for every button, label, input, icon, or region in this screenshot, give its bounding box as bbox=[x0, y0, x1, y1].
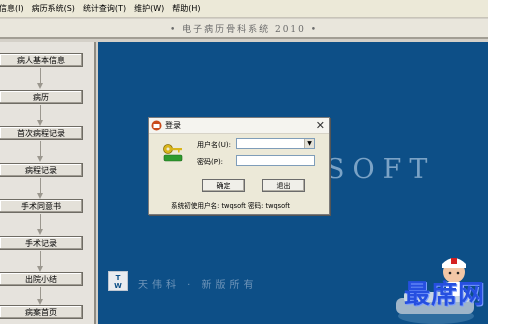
menubar: 信息(I) 病历系统(S) 统计查询(T) 维护(W) 帮助(H) bbox=[0, 0, 488, 18]
company-logo: T W bbox=[108, 271, 128, 291]
step-first-progress-note-button[interactable]: 首次病程记录 bbox=[0, 126, 83, 140]
dialog-title: 登录 bbox=[165, 121, 181, 130]
company-text: 天伟科 · 新版所有 bbox=[138, 280, 258, 291]
dialog-titlebar: 登录 ✕ bbox=[149, 118, 329, 134]
flow-connector bbox=[40, 105, 41, 121]
menu-maintenance[interactable]: 维护(W) bbox=[130, 0, 168, 18]
app-title-bar: • 电子病历骨科系统 2010 • bbox=[0, 19, 488, 39]
username-value bbox=[237, 140, 239, 148]
default-credentials-hint: 系统初使用户名: twqsoft 密码: twqsoft bbox=[171, 202, 290, 210]
outer-background bbox=[488, 0, 516, 324]
exit-button[interactable]: 退出 bbox=[262, 179, 305, 192]
password-field[interactable] bbox=[236, 155, 315, 166]
flow-connector bbox=[40, 178, 41, 194]
workflow-sidebar: 病人基本信息 病历 首次病程记录 病程记录 手术同意书 手术记录 出院小结 病案… bbox=[0, 42, 96, 324]
menu-info[interactable]: 信息(I) bbox=[0, 0, 28, 18]
app-title: • 电子病历骨科系统 2010 • bbox=[169, 24, 319, 35]
flow-connector bbox=[40, 214, 41, 230]
close-icon[interactable]: ✕ bbox=[316, 119, 325, 132]
step-medical-record-button[interactable]: 病历 bbox=[0, 90, 83, 104]
key-icon bbox=[163, 144, 183, 162]
login-dialog: 登录 ✕ 用户名(U): ▼ 密码(P): 确定 退出 系统初使用户名: twq… bbox=[148, 117, 330, 215]
menu-records-system[interactable]: 病历系统(S) bbox=[28, 0, 79, 18]
flow-connector bbox=[40, 68, 41, 84]
brand-watermark: 最席网 bbox=[404, 280, 486, 310]
step-surgery-record-button[interactable]: 手术记录 bbox=[0, 236, 83, 250]
flow-arrow-icon bbox=[37, 83, 43, 89]
password-value bbox=[237, 157, 239, 165]
flow-connector bbox=[40, 141, 41, 157]
company-logo-text: T W bbox=[114, 274, 122, 290]
menu-help[interactable]: 帮助(H) bbox=[168, 0, 204, 18]
application-window: 信息(I) 病历系统(S) 统计查询(T) 维护(W) 帮助(H) • 电子病历… bbox=[0, 0, 488, 324]
flow-connector bbox=[40, 251, 41, 267]
watermark-text: SOFT bbox=[326, 154, 436, 185]
step-progress-note-button[interactable]: 病程记录 bbox=[0, 163, 83, 177]
username-dropdown[interactable]: ▼ bbox=[236, 138, 315, 149]
menu-statistics[interactable]: 统计查询(T) bbox=[79, 0, 130, 18]
dialog-app-icon bbox=[151, 120, 162, 131]
username-label: 用户名(U): bbox=[197, 141, 231, 149]
step-discharge-summary-button[interactable]: 出院小结 bbox=[0, 272, 83, 286]
step-surgery-consent-button[interactable]: 手术同意书 bbox=[0, 199, 83, 213]
password-label: 密码(P): bbox=[197, 158, 224, 166]
step-patient-info-button[interactable]: 病人基本信息 bbox=[0, 53, 83, 67]
ok-button[interactable]: 确定 bbox=[202, 179, 245, 192]
flow-arrow-icon bbox=[37, 229, 43, 235]
chevron-down-icon[interactable]: ▼ bbox=[304, 139, 314, 148]
flow-arrow-icon bbox=[37, 156, 43, 162]
step-case-front-page-button[interactable]: 病案首页 bbox=[0, 305, 83, 319]
